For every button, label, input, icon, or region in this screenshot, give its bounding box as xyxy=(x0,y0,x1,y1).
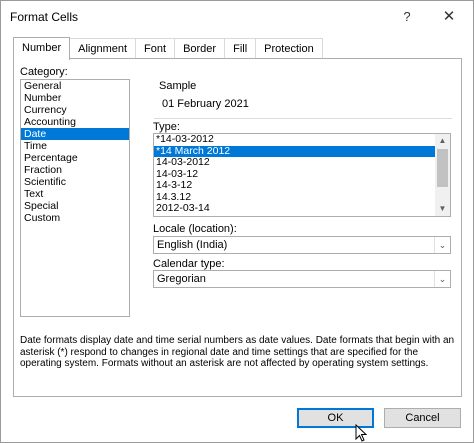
type-list[interactable]: *14-03-2012 *14 March 2012 14-03-2012 14… xyxy=(153,133,451,217)
category-item-date[interactable]: Date xyxy=(21,128,129,140)
tab-border[interactable]: Border xyxy=(174,38,226,59)
type-list-scrollbar[interactable]: ▲ ▼ xyxy=(435,134,450,216)
locale-value: English (India) xyxy=(157,239,228,251)
tab-protection[interactable]: Protection xyxy=(255,38,323,59)
category-item-scientific[interactable]: Scientific xyxy=(21,176,129,188)
category-item-number[interactable]: Number xyxy=(21,92,129,104)
calendar-type-label: Calendar type: xyxy=(153,258,225,270)
type-label: Type: xyxy=(153,121,180,133)
sample-label: Sample xyxy=(159,80,197,92)
calendar-type-value: Gregorian xyxy=(157,273,206,285)
format-cells-dialog: Format Cells ? ✕ Number Alignment Font B… xyxy=(0,0,474,443)
help-button[interactable]: ? xyxy=(385,3,429,31)
category-item-currency[interactable]: Currency xyxy=(21,104,129,116)
tab-number[interactable]: Number xyxy=(13,37,71,60)
cancel-button[interactable]: Cancel xyxy=(384,408,461,428)
category-item-text[interactable]: Text xyxy=(21,188,129,200)
category-item-percentage[interactable]: Percentage xyxy=(21,152,129,164)
close-button[interactable]: ✕ xyxy=(429,3,469,31)
locale-label: Locale (location): xyxy=(153,223,237,235)
sample-divider xyxy=(154,118,452,119)
locale-dropdown[interactable]: English (India) ⌄ xyxy=(153,236,451,254)
type-item[interactable]: 14-03-12 xyxy=(154,168,435,181)
category-item-general[interactable]: General xyxy=(21,80,129,92)
type-item[interactable]: *14-03-2012 xyxy=(154,134,435,146)
category-item-accounting[interactable]: Accounting xyxy=(21,116,129,128)
category-list[interactable]: General Number Currency Accounting Date … xyxy=(20,79,130,317)
category-item-fraction[interactable]: Fraction xyxy=(21,164,129,176)
scroll-down-icon[interactable]: ▼ xyxy=(435,202,450,216)
type-item[interactable]: 2012-03-14 xyxy=(154,202,435,215)
mouse-cursor-icon xyxy=(355,424,367,442)
number-tab-panel: Category: General Number Currency Accoun… xyxy=(13,58,462,397)
scroll-up-icon[interactable]: ▲ xyxy=(435,134,450,148)
type-item[interactable]: 14-03-2012 xyxy=(154,156,435,169)
sample-value: 01 February 2021 xyxy=(162,98,249,110)
tab-alignment[interactable]: Alignment xyxy=(69,38,137,59)
title-bar[interactable]: Format Cells ? ✕ xyxy=(1,1,473,33)
calendar-type-dropdown[interactable]: Gregorian ⌄ xyxy=(153,270,451,288)
scroll-thumb[interactable] xyxy=(437,149,448,187)
type-item[interactable]: 14-3-12 xyxy=(154,179,435,192)
chevron-down-icon[interactable]: ⌄ xyxy=(434,237,450,253)
format-description: Date formats display date and time seria… xyxy=(20,335,455,369)
chevron-down-icon[interactable]: ⌄ xyxy=(434,271,450,287)
category-label: Category: xyxy=(20,66,68,78)
tab-strip: Number Alignment Font Border Fill Protec… xyxy=(13,37,323,60)
tab-fill[interactable]: Fill xyxy=(224,38,257,59)
category-item-special[interactable]: Special xyxy=(21,200,129,212)
tab-font[interactable]: Font xyxy=(135,38,176,59)
dialog-title: Format Cells xyxy=(10,10,79,24)
category-item-custom[interactable]: Custom xyxy=(21,212,129,224)
category-item-time[interactable]: Time xyxy=(21,140,129,152)
